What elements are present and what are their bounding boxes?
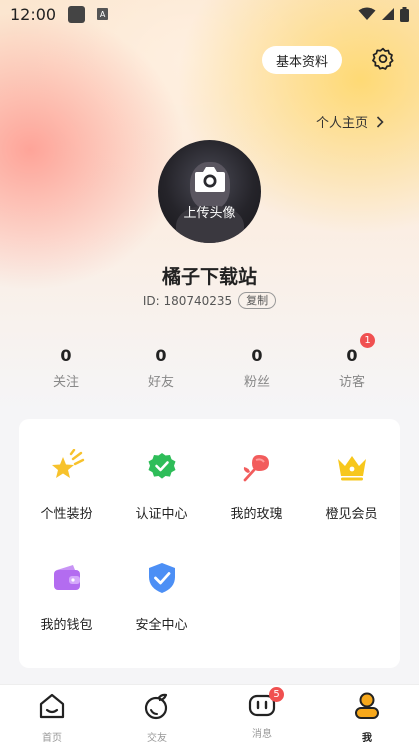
- stat-label: 粉丝: [243, 375, 270, 390]
- home-icon: [39, 693, 65, 719]
- copy-id-button[interactable]: 复制: [238, 292, 277, 309]
- message-icon-wrap: 5: [247, 687, 284, 721]
- stat-fans[interactable]: 0 粉丝: [217, 345, 297, 390]
- tab-label: 首页: [42, 733, 62, 744]
- personal-homepage-link[interactable]: 个人主页: [316, 112, 384, 131]
- verified-badge-icon: [148, 453, 175, 479]
- rose-icon: [243, 455, 269, 482]
- feature-label: 个性装扮: [40, 507, 93, 522]
- stat-label: 关注: [52, 375, 79, 390]
- stat-label: 好友: [147, 375, 174, 390]
- wallet-icon: [53, 565, 80, 590]
- settings-gear-icon[interactable]: [370, 46, 396, 72]
- stat-value: 0: [251, 346, 263, 365]
- shield-check-icon: [148, 563, 175, 593]
- tab-home[interactable]: 首页: [22, 691, 82, 744]
- feature-verification[interactable]: 认证中心: [114, 449, 209, 522]
- stats-row: 0 关注 0 好友 0 粉丝 0 访客 1: [0, 333, 419, 395]
- visitor-badge: 1: [360, 333, 375, 348]
- feature-label: 我的玫瑰: [230, 507, 283, 522]
- username: 橘子下载站: [161, 266, 257, 288]
- avatar-upload[interactable]: 上传头像: [158, 140, 261, 243]
- upload-avatar-label: 上传头像: [183, 206, 236, 221]
- feature-roses[interactable]: 我的玫瑰: [209, 449, 304, 522]
- message-badge: 5: [269, 687, 284, 702]
- feature-dress-up[interactable]: 个性装扮: [19, 448, 114, 522]
- signal-icon: [382, 8, 394, 20]
- feature-label: 我的钱包: [40, 618, 93, 633]
- crown-icon: [337, 456, 366, 481]
- notification-a-icon: A: [97, 8, 109, 20]
- personal-homepage-label: 个人主页: [316, 116, 369, 131]
- user-id: ID: 180740235: [142, 293, 233, 308]
- bottom-tab-bar: 首页 交友 5 消息 我: [0, 684, 419, 746]
- app-notification-icon: [68, 5, 86, 23]
- camera-icon: [195, 167, 225, 192]
- status-bar: 12:00 A: [0, 0, 419, 28]
- stat-value: 0: [346, 346, 358, 365]
- feature-label: 认证中心: [135, 507, 188, 522]
- feature-grid-card: 个性装扮 认证中心 我的玫瑰 橙见会员 我的钱包 安全中心: [19, 419, 400, 668]
- feature-security[interactable]: 安全中心: [114, 560, 209, 633]
- star-sparkle-icon: [51, 448, 84, 478]
- stat-label: 访客: [338, 375, 365, 390]
- stat-value: 0: [60, 346, 72, 365]
- status-time: 12:00: [10, 4, 57, 24]
- battery-icon: [400, 6, 409, 22]
- tab-label: 交友: [147, 733, 167, 744]
- basic-info-button[interactable]: 基本资料: [262, 46, 342, 74]
- feature-label: 安全中心: [135, 618, 188, 633]
- stat-visitors[interactable]: 0 访客 1: [312, 333, 392, 390]
- chevron-right-icon: [376, 115, 384, 128]
- stat-friends[interactable]: 0 好友: [121, 345, 201, 390]
- tab-me[interactable]: 我: [337, 691, 397, 744]
- feature-membership[interactable]: 橙见会员: [304, 449, 399, 522]
- feature-label: 橙见会员: [325, 507, 378, 522]
- user-id-row: ID: 180740235 复制: [0, 292, 419, 309]
- tab-messages[interactable]: 5 消息: [232, 687, 292, 740]
- tab-label: 我: [362, 733, 372, 744]
- person-icon: [355, 692, 379, 719]
- peach-icon: [144, 693, 168, 720]
- feature-wallet[interactable]: 我的钱包: [19, 560, 114, 633]
- stat-following[interactable]: 0 关注: [26, 345, 106, 390]
- tab-label: 消息: [252, 729, 272, 740]
- wifi-icon: [358, 7, 376, 20]
- stat-value: 0: [155, 346, 167, 365]
- tab-dating[interactable]: 交友: [127, 691, 187, 744]
